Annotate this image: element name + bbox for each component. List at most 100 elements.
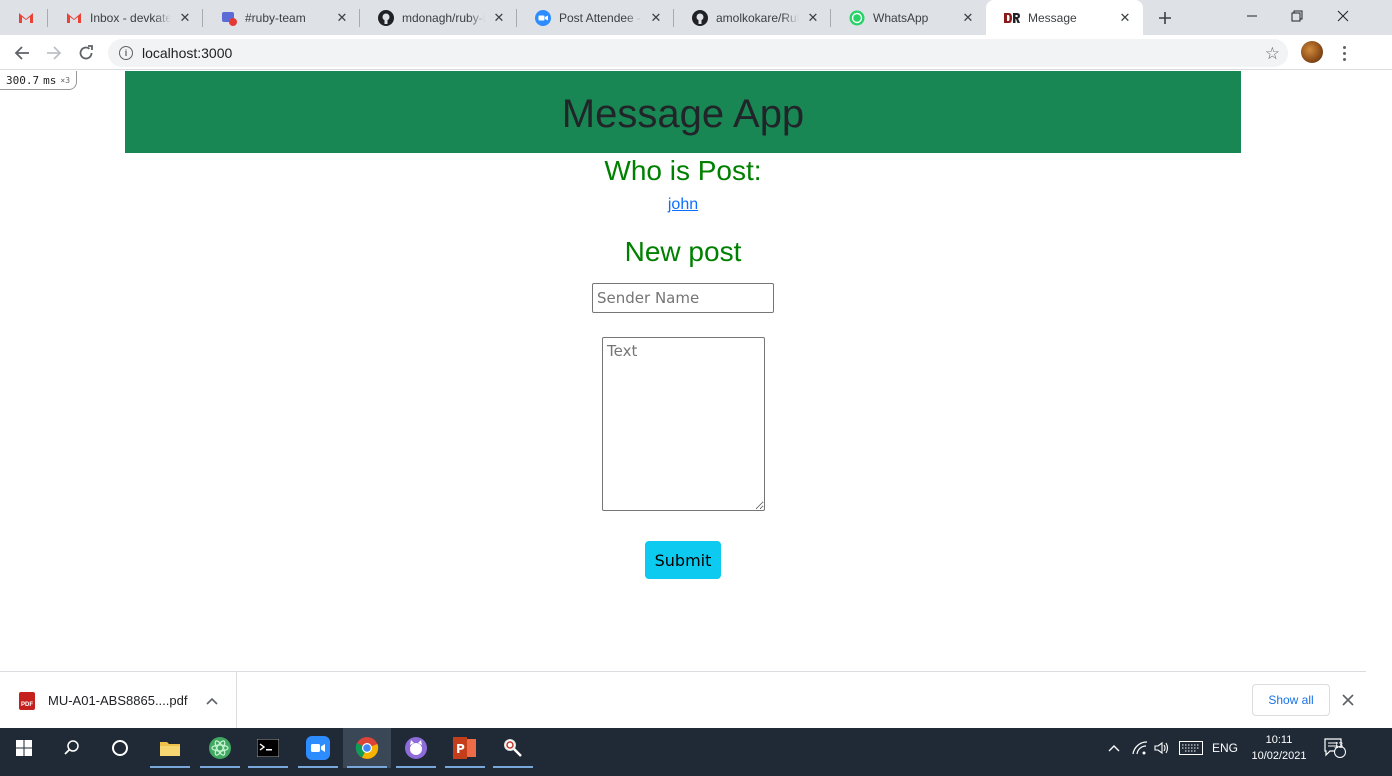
download-file-name: MU-A01-ABS8865....pdf <box>48 693 188 708</box>
zoom-icon <box>535 9 551 26</box>
notification-count: 13 <box>1334 741 1343 750</box>
page-scrollbar[interactable] <box>1366 71 1392 728</box>
sender-name-input[interactable] <box>592 283 774 313</box>
chat-recording-icon <box>221 10 237 26</box>
new-tab-button[interactable] <box>1153 6 1177 30</box>
wifi-icon[interactable] <box>1132 728 1148 768</box>
tab-github-ruby[interactable]: mdonagh/ruby-in ✕ <box>360 0 517 35</box>
who-is-post-heading: Who is Post: <box>604 155 762 186</box>
info-icon[interactable]: i <box>119 46 133 60</box>
tab-ruby-team[interactable]: #ruby-team ✕ <box>203 0 360 35</box>
tab-title: amolkokare/Ruby <box>716 10 799 25</box>
chevron-up-icon <box>1108 745 1120 752</box>
close-download-bar-icon[interactable] <box>1338 690 1358 710</box>
address-bar[interactable]: i localhost:3000 ☆ <box>108 39 1288 67</box>
search-button[interactable] <box>48 728 96 768</box>
cortana-button[interactable] <box>96 728 144 768</box>
tab-title: WhatsApp <box>873 10 929 25</box>
chevron-up-icon[interactable] <box>204 694 220 708</box>
reload-button[interactable] <box>72 39 100 67</box>
message-text-area[interactable] <box>602 337 765 511</box>
browser-toolbar: i localhost:3000 ☆ <box>0 35 1392 70</box>
tab-zoom[interactable]: Post Attendee - Z ✕ <box>517 0 674 35</box>
tab-title: mdonagh/ruby-in <box>402 10 485 25</box>
page-title: Message App <box>561 91 805 136</box>
minimize-button[interactable] <box>1229 0 1275 32</box>
keyboard-icon[interactable] <box>1179 728 1203 768</box>
clock-date: 10/02/2021 <box>1251 750 1307 762</box>
tab-strip: Inbox - devkatera ✕ #ruby-team ✕ mdonagh… <box>0 0 1392 35</box>
taskbar-magnifier[interactable] <box>489 728 537 768</box>
tab-close-icon[interactable]: ✕ <box>960 10 976 26</box>
tab-title: Post Attendee - Z <box>559 10 642 25</box>
pdf-file-icon: PDF <box>19 691 35 710</box>
taskbar-file-explorer[interactable] <box>146 728 194 768</box>
new-post-heading: New post <box>624 236 742 267</box>
submit-button[interactable]: Submit <box>645 541 721 579</box>
tab-close-icon[interactable]: ✕ <box>177 10 193 26</box>
windows-logo-icon <box>16 740 32 756</box>
taskbar-terminal[interactable] <box>244 728 292 768</box>
github-icon <box>378 9 394 26</box>
url-text[interactable]: localhost:3000 <box>142 45 232 61</box>
tab-github-amolkokare[interactable]: amolkokare/Ruby ✕ <box>674 0 831 35</box>
powerpoint-icon: P <box>453 737 476 759</box>
tab-close-icon[interactable]: ✕ <box>491 10 507 26</box>
perf-unit: ms <box>43 73 57 87</box>
windows-taskbar: P ENG 10:11 10/02/2021 13 <box>0 728 1392 776</box>
zoom-icon <box>306 736 330 760</box>
taskbar-powerpoint[interactable]: P <box>441 728 489 768</box>
taskbar-chrome[interactable] <box>343 728 391 768</box>
poster-link[interactable]: john <box>668 196 698 213</box>
tab-title: Inbox - devkatera <box>90 10 171 25</box>
chrome-icon <box>355 737 379 759</box>
show-all-downloads-button[interactable]: Show all <box>1252 684 1330 716</box>
show-hidden-icons[interactable] <box>1108 728 1120 768</box>
download-bar: PDF MU-A01-ABS8865....pdf Show all <box>0 671 1366 729</box>
magnifier-icon <box>504 739 522 757</box>
folder-icon <box>160 742 180 756</box>
reload-icon <box>79 45 93 60</box>
cortana-circle-icon <box>112 740 128 756</box>
browser-menu-button[interactable] <box>1336 42 1352 64</box>
page-viewport: 300.7 ms ×3 Message App Who is Post: joh… <box>0 71 1366 671</box>
gmail-icon <box>66 10 82 26</box>
tab-close-icon[interactable]: ✕ <box>334 10 350 26</box>
taskbar-github-desktop[interactable] <box>392 728 440 768</box>
bookmark-star-icon[interactable]: ☆ <box>1265 44 1280 64</box>
profile-avatar[interactable] <box>1301 41 1323 63</box>
notification-center[interactable]: 13 <box>1324 728 1346 768</box>
plus-icon <box>1159 12 1171 24</box>
perf-value: 300.7 <box>6 73 40 87</box>
start-button[interactable] <box>0 728 48 768</box>
system-clock[interactable]: 10:11 10/02/2021 <box>1244 732 1314 764</box>
forward-button[interactable] <box>40 39 68 67</box>
perf-badge[interactable]: 300.7 ms ×3 <box>0 71 78 90</box>
tab-close-icon[interactable]: ✕ <box>648 10 664 26</box>
back-arrow-icon <box>14 46 29 60</box>
search-icon <box>64 740 79 755</box>
tab-close-icon[interactable]: ✕ <box>805 10 821 26</box>
taskbar-atom[interactable] <box>196 728 244 768</box>
download-item[interactable]: PDF MU-A01-ABS8865....pdf <box>0 672 237 729</box>
terminal-icon <box>257 739 279 757</box>
tab-close-icon[interactable]: ✕ <box>1117 10 1133 26</box>
tab-gmail-pinned[interactable] <box>0 0 48 35</box>
volume-icon[interactable] <box>1154 728 1170 768</box>
back-button[interactable] <box>8 39 36 67</box>
app-header: Message App <box>125 71 1241 153</box>
close-icon <box>1337 10 1349 22</box>
tab-title: Message <box>1028 10 1077 25</box>
close-window-button[interactable] <box>1320 0 1366 32</box>
gmail-icon <box>18 10 34 26</box>
tab-whatsapp[interactable]: WhatsApp ✕ <box>831 0 986 35</box>
taskbar-zoom[interactable] <box>294 728 342 768</box>
tab-title: #ruby-team <box>245 10 306 25</box>
whatsapp-icon <box>849 10 865 26</box>
github-desktop-icon <box>405 737 427 759</box>
tab-message-active[interactable]: Message ✕ <box>986 0 1143 35</box>
tab-inbox[interactable]: Inbox - devkatera ✕ <box>48 0 203 35</box>
restore-button[interactable] <box>1274 0 1320 32</box>
clock-time: 10:11 <box>1265 734 1293 746</box>
language-indicator[interactable]: ENG <box>1212 728 1238 768</box>
